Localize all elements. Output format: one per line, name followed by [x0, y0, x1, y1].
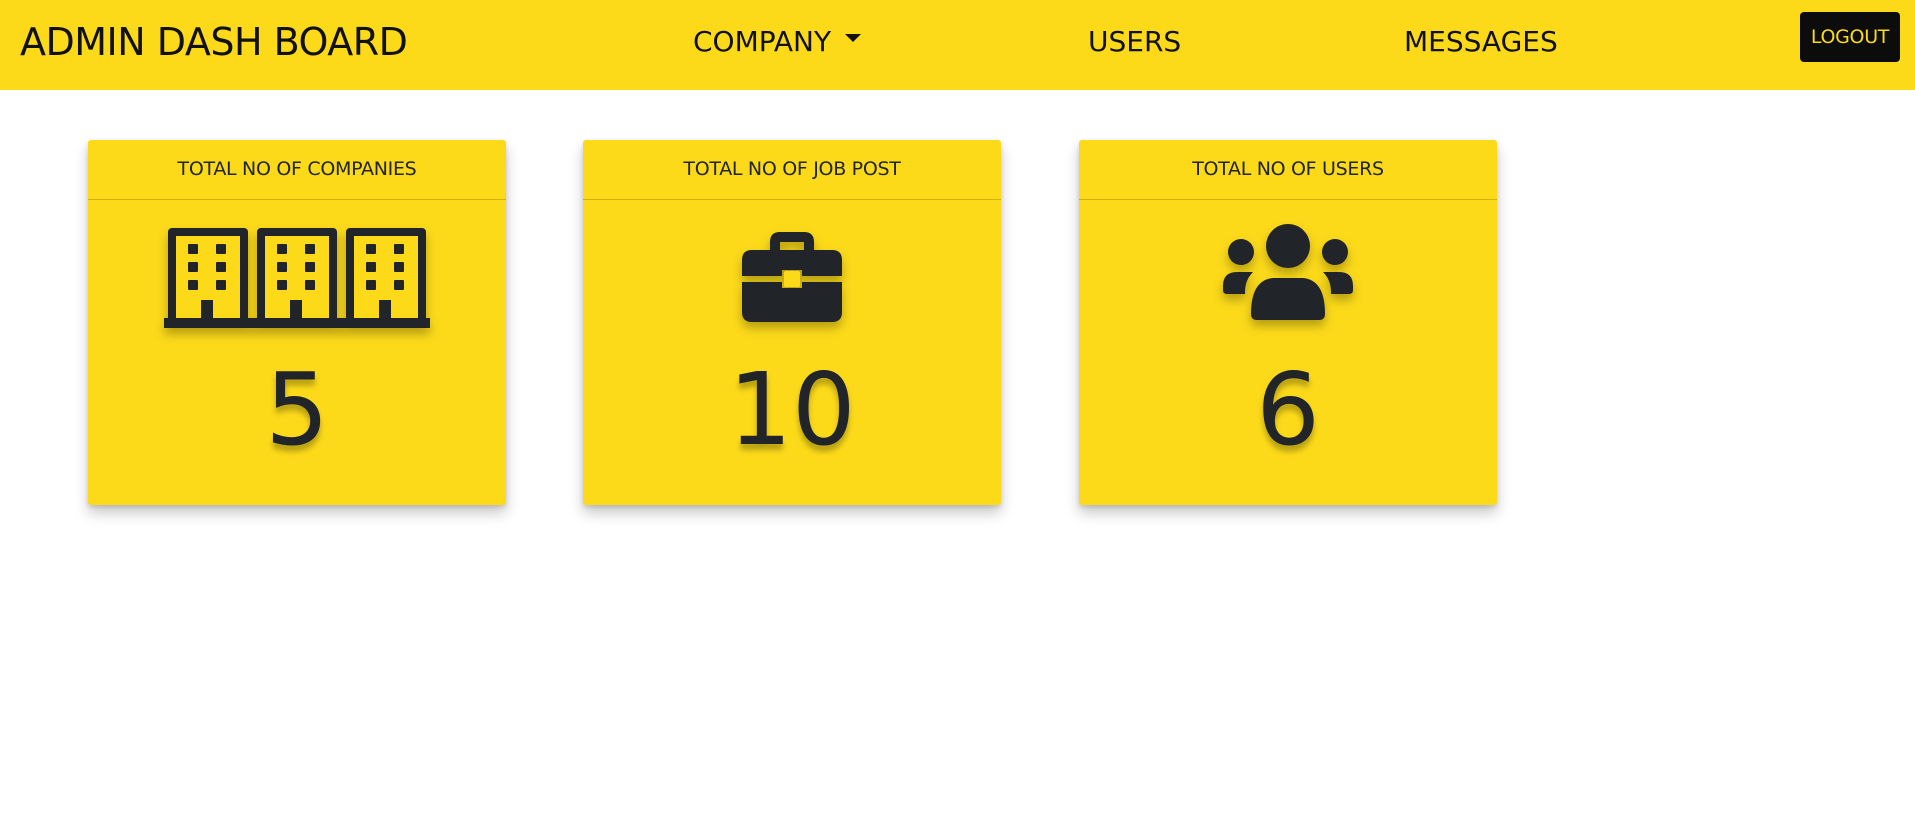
card-title: TOTAL NO OF USERS	[1079, 140, 1497, 200]
companies-count: 5	[265, 351, 329, 468]
logout-button[interactable]: LOGOUT	[1800, 12, 1900, 62]
nav-users-link[interactable]: USERS	[1088, 24, 1181, 60]
users-count: 6	[1256, 351, 1320, 468]
nav-messages-link[interactable]: MESSAGES	[1404, 24, 1558, 60]
card-title: TOTAL NO OF COMPANIES	[88, 140, 506, 200]
companies-card: TOTAL NO OF COMPANIES 5	[88, 140, 506, 505]
buildings-icon	[88, 224, 506, 334]
job-posts-card: TOTAL NO OF JOB POST 10	[583, 140, 1001, 505]
nav-company-label: COMPANY	[693, 25, 832, 58]
card-title: TOTAL NO OF JOB POST	[583, 140, 1001, 200]
users-icon	[1079, 224, 1497, 334]
brand-title[interactable]: ADMIN DASH BOARD	[20, 20, 408, 64]
navbar: ADMIN DASH BOARD COMPANY USERS MESSAGES …	[0, 0, 1915, 90]
job-posts-count: 10	[728, 351, 856, 468]
nav-company-dropdown[interactable]: COMPANY	[693, 24, 862, 60]
caret-down-icon	[845, 34, 862, 42]
users-card: TOTAL NO OF USERS 6	[1079, 140, 1497, 505]
briefcase-icon	[583, 224, 1001, 334]
